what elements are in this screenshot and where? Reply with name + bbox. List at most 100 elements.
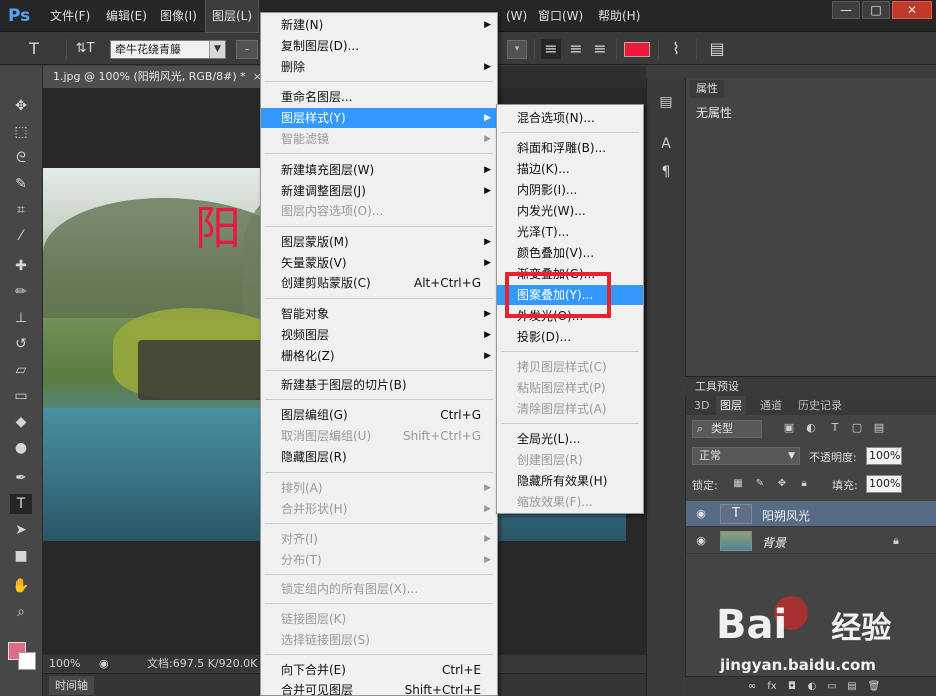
menu-view-partial[interactable]: (W) (500, 0, 533, 32)
brush-icon[interactable]: ✏ (10, 282, 32, 302)
menu-item-ungroup-layers[interactable]: 取消图层编组(U) Shift+Ctrl+G (261, 426, 497, 446)
menu-item-new-layer-slice[interactable]: 新建基于图层的切片(B) (261, 375, 497, 395)
menu-item-new-adjustment-layer[interactable]: 新建调整图层(J) ▶ (261, 181, 497, 201)
visibility-eye-icon[interactable]: ◉ (694, 507, 708, 521)
menu-item-rasterize[interactable]: 栅格化(Z) ▶ (261, 346, 497, 366)
pen-icon[interactable]: ✒ (10, 468, 32, 488)
menu-layer[interactable]: 图层(L) (204, 0, 260, 33)
lock-position-icon[interactable]: ✥ (776, 478, 788, 490)
menu-item-arrange[interactable]: 排列(A) ▶ (261, 478, 497, 498)
menu-item-vector-mask[interactable]: 矢量蒙版(V) ▶ (261, 253, 497, 273)
gradient-icon[interactable]: ▭ (10, 386, 32, 406)
stamp-icon[interactable]: ⊥ (10, 308, 32, 328)
maximize-button[interactable]: □ (862, 1, 890, 19)
filter-adjustment-icon[interactable]: ◐ (804, 421, 818, 435)
menu-item-smart-object[interactable]: 智能对象 ▶ (261, 304, 497, 324)
menu-item-inner-shadow[interactable]: 内阴影(I)... (497, 180, 643, 200)
tab-layers[interactable]: 图层 (716, 396, 746, 415)
menu-item-lock-all-layers-in-group[interactable]: 锁定组内的所有图层(X)... (261, 579, 497, 599)
menu-item-group-layers[interactable]: 图层编组(G) Ctrl+G (261, 405, 497, 425)
character-panel-icon[interactable]: A (656, 134, 676, 154)
tab-history[interactable]: 历史记录 (794, 396, 846, 415)
tab-3d[interactable]: 3D (690, 396, 713, 415)
menu-item-align[interactable]: 对齐(I) ▶ (261, 529, 497, 549)
lasso-icon[interactable]: ᘓ (10, 148, 32, 168)
new-group-icon[interactable]: ▭ (825, 680, 839, 694)
menu-item-link-layers[interactable]: 链接图层(K) (261, 609, 497, 629)
menu-item-new[interactable]: 新建(N) ▶ (261, 15, 497, 35)
move-icon[interactable]: ✥ (10, 96, 32, 116)
tab-channels[interactable]: 通道 (756, 396, 786, 415)
fill-field[interactable]: 100% (866, 475, 902, 493)
menu-item-merge-down[interactable]: 向下合并(E) Ctrl+E (261, 660, 497, 680)
menu-item-layer-mask[interactable]: 图层蒙版(M) ▶ (261, 232, 497, 252)
layer-filter-select[interactable]: ⌕ 类型 (692, 420, 762, 438)
adjustment-layer-icon[interactable]: ◐ (805, 680, 819, 694)
eyedropper-icon[interactable]: ⁄ (10, 226, 32, 246)
healing-icon[interactable]: ✚ (10, 256, 32, 276)
quick-select-icon[interactable]: ✎ (10, 174, 32, 194)
font-family-select[interactable]: 牵牛花绕青籐 ▼ (110, 40, 226, 59)
menu-item-hide-layers[interactable]: 隐藏图层(R) (261, 447, 497, 467)
menu-item-new-fill-layer[interactable]: 新建填充图层(W) ▶ (261, 160, 497, 180)
menu-item-blending-options[interactable]: 混合选项(N)... (497, 108, 643, 128)
menu-item-distribute[interactable]: 分布(T) ▶ (261, 550, 497, 570)
paragraph-panel-icon[interactable]: ¶ (656, 162, 676, 182)
visibility-eye-icon[interactable]: ◉ (694, 534, 708, 548)
blur-icon[interactable]: ◆ (10, 412, 32, 432)
menu-item-layer-style[interactable]: 图层样式(Y) ▶ (261, 108, 497, 128)
zoom-field[interactable]: 100% (49, 655, 80, 672)
link-layers-icon[interactable]: ∞ (745, 680, 759, 694)
dodge-icon[interactable]: ● (10, 438, 32, 458)
history-panel-icon[interactable]: ▤ (656, 92, 676, 112)
align-left-icon[interactable]: ≡ (541, 39, 561, 59)
menu-item-layer-content-options[interactable]: 图层内容选项(O)... (261, 201, 497, 221)
lock-pixels-icon[interactable]: ✎ (754, 478, 766, 490)
fx-icon[interactable]: fx (765, 680, 779, 694)
marquee-icon[interactable]: ⬚ (10, 122, 32, 142)
menu-item-delete[interactable]: 删除 ▶ (261, 57, 497, 77)
rectangle-icon[interactable]: ■ (10, 546, 32, 566)
character-panel-icon[interactable]: ▤ (706, 39, 728, 59)
warp-text-icon[interactable]: ⌇ (665, 39, 687, 59)
menu-item-duplicate-layer[interactable]: 复制图层(D)... (261, 36, 497, 56)
timeline-tab[interactable]: 时间轴 (49, 676, 94, 695)
menu-item-satin[interactable]: 光泽(T)... (497, 222, 643, 242)
tool-presets-tab[interactable]: 工具预设 (689, 378, 745, 396)
status-menu-icon[interactable]: ◉ (99, 655, 109, 672)
menu-item-global-light[interactable]: 全局光(L)... (497, 429, 643, 449)
menu-edit[interactable]: 编辑(E) (100, 0, 153, 32)
filter-shape-icon[interactable]: ▢ (850, 421, 864, 435)
menu-item-drop-shadow[interactable]: 投影(D)... (497, 327, 643, 347)
menu-window[interactable]: 窗口(W) (532, 0, 589, 32)
menu-item-paste-layer-style[interactable]: 粘贴图层样式(P) (497, 378, 643, 398)
close-button[interactable]: ✕ (892, 1, 932, 19)
background-color-swatch[interactable] (18, 652, 36, 670)
align-right-icon[interactable]: ≡ (590, 39, 610, 59)
type-tool-preset-icon[interactable]: T (22, 39, 46, 59)
filter-pixel-icon[interactable]: ▣ (782, 421, 796, 435)
anti-alias-select[interactable]: ▾ (507, 40, 527, 59)
crop-icon[interactable]: ⌗ (10, 200, 32, 220)
add-mask-icon[interactable]: ◘ (785, 680, 799, 694)
hand-icon[interactable]: ✋ (10, 576, 32, 596)
menu-item-scale-effects[interactable]: 缩放效果(F)... (497, 492, 643, 512)
menu-item-combine-shapes[interactable]: 合并形状(H) ▶ (261, 499, 497, 519)
document-tab[interactable]: 1.jpg @ 100% (阳朔风光, RGB/8#) * × (43, 66, 269, 88)
menu-item-bevel-emboss[interactable]: 斜面和浮雕(B)... (497, 138, 643, 158)
blend-mode-select[interactable]: 正常 ▼ (692, 447, 800, 465)
type-icon[interactable]: T (10, 494, 32, 514)
zoom-icon[interactable]: ⌕ (10, 602, 32, 622)
history-brush-icon[interactable]: ↺ (10, 334, 32, 354)
trash-icon[interactable]: 🗑︎ (867, 680, 881, 694)
minimize-button[interactable]: — (832, 1, 860, 19)
menu-file[interactable]: 文件(F) (44, 0, 96, 32)
properties-tab[interactable]: 属性 (690, 80, 724, 98)
filter-type-icon[interactable]: T (828, 421, 842, 435)
opacity-field[interactable]: 100% (866, 447, 902, 465)
layer-row[interactable]: ◉ T 阳朔风光 (686, 501, 936, 527)
new-layer-icon[interactable]: ▤ (845, 680, 859, 694)
menu-item-copy-layer-style[interactable]: 拷贝图层样式(C) (497, 357, 643, 377)
menu-item-rename-layer[interactable]: 重命名图层... (261, 87, 497, 107)
filter-smart-icon[interactable]: ▤ (872, 421, 886, 435)
